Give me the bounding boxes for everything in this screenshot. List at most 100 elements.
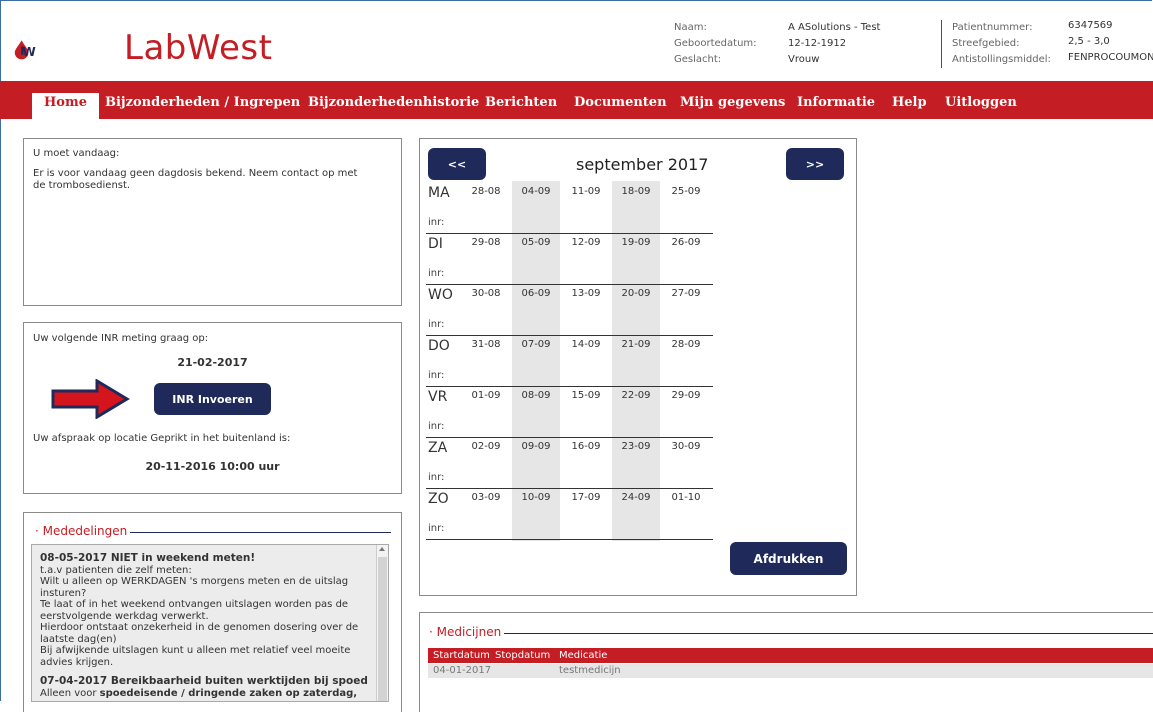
td-medicatie: testmedicijn xyxy=(559,665,621,676)
nav-uitloggen[interactable]: Uitloggen xyxy=(945,95,1017,110)
calendar-row-divider xyxy=(426,437,713,438)
calendar-date-cell[interactable]: 06-09 xyxy=(512,288,560,299)
calendar-date-cell[interactable]: 29-08 xyxy=(462,237,510,248)
value-geboortedatum: 12-12-1912 xyxy=(788,38,847,49)
message-1-line: Hierdoor ontstaat onzekerheid in de geno… xyxy=(40,622,359,645)
message-1-line: Bij afwijkende uitslagen kunt u alleen m… xyxy=(40,645,351,668)
label-geslacht: Geslacht: xyxy=(674,54,722,65)
calendar-date-cell[interactable]: 24-09 xyxy=(612,492,660,503)
day-label-vr: VR xyxy=(428,389,448,405)
calendar-date-cell[interactable]: 09-09 xyxy=(512,441,560,452)
calendar-date-cell[interactable]: 29-09 xyxy=(662,390,710,401)
value-patientnummer: 6347569 xyxy=(1068,20,1113,31)
value-streefgebied: 2,5 - 3,0 xyxy=(1068,36,1110,47)
calendar-date-cell[interactable]: 07-09 xyxy=(512,339,560,350)
nav-documenten[interactable]: Documenten xyxy=(574,95,667,110)
prev-month-button[interactable]: << xyxy=(428,148,486,180)
calendar-row-divider xyxy=(426,386,713,387)
td-startdatum: 04-01-2017 xyxy=(433,665,492,676)
calendar-date-cell[interactable]: 28-09 xyxy=(662,339,710,350)
label-naam: Naam: xyxy=(674,22,707,33)
calendar-date-cell[interactable]: 20-09 xyxy=(612,288,660,299)
calendar-row-divider xyxy=(426,284,713,285)
calendar-date-cell[interactable]: 01-09 xyxy=(462,390,510,401)
day-label-do: DO xyxy=(428,338,450,354)
calendar-date-cell[interactable]: 17-09 xyxy=(562,492,610,503)
message-1-line: Te laat of in het weekend ontvangen uits… xyxy=(40,599,349,622)
next-month-button[interactable]: >> xyxy=(786,148,844,180)
inr-label: inr: xyxy=(428,319,445,330)
patient-labels-2: Patientnummer: Streefgebied: Antistollin… xyxy=(952,20,1051,68)
vertical-scrollbar[interactable] xyxy=(376,545,388,701)
nav-bijzonderheden[interactable]: Bijzonderheden / Ingrepen xyxy=(105,95,300,110)
calendar-date-cell[interactable]: 02-09 xyxy=(462,441,510,452)
calendar-date-cell[interactable]: 18-09 xyxy=(612,186,660,197)
calendar-date-cell[interactable]: 14-09 xyxy=(562,339,610,350)
calendar-date-cell[interactable]: 19-09 xyxy=(612,237,660,248)
mededelingen-list[interactable]: 08-05-2017 NIET in weekend meten! t.a.v … xyxy=(31,544,389,702)
calendar-date-cell[interactable]: 30-09 xyxy=(662,441,710,452)
calendar-row-divider xyxy=(426,233,713,234)
calendar-date-cell[interactable]: 31-08 xyxy=(462,339,510,350)
scroll-up-icon[interactable] xyxy=(379,547,385,551)
value-geslacht: Vrouw xyxy=(788,54,820,65)
calendar-date-cell[interactable]: 08-09 xyxy=(512,390,560,401)
nav-informatie[interactable]: Informatie xyxy=(797,95,875,110)
nav-bijzonderhedenhistorie[interactable]: Bijzonderhedenhistorie xyxy=(308,95,479,110)
calendar-date-cell[interactable]: 22-09 xyxy=(612,390,660,401)
message-1-title: 08-05-2017 NIET in weekend meten! xyxy=(40,552,256,564)
calendar-date-cell[interactable]: 05-09 xyxy=(512,237,560,248)
calendar-row-divider xyxy=(426,335,713,336)
calendar-date-cell[interactable]: 30-08 xyxy=(462,288,510,299)
message-1-line: Wilt u alleen op WERKDAGEN 's morgens me… xyxy=(40,576,349,599)
calendar-date-cell[interactable]: 25-09 xyxy=(662,186,710,197)
next-inr-date: 21-02-2017 xyxy=(177,356,248,369)
calendar-date-cell[interactable]: 28-08 xyxy=(462,186,510,197)
appointment-datetime: 20-11-2016 10:00 uur xyxy=(145,460,280,473)
calendar-date-cell[interactable]: 15-09 xyxy=(562,390,610,401)
patient-values-2: 6347569 2,5 - 3,0 FENPROCOUMON xyxy=(1068,18,1153,66)
calendar-date-cell[interactable]: 13-09 xyxy=(562,288,610,299)
nav-berichten[interactable]: Berichten xyxy=(485,95,557,110)
th-stopdatum: Stopdatum xyxy=(495,650,551,661)
message-content: 08-05-2017 NIET in weekend meten! t.a.v … xyxy=(40,552,370,699)
calendar-date-cell[interactable]: 16-09 xyxy=(562,441,610,452)
afdrukken-button[interactable]: Afdrukken xyxy=(730,542,847,575)
labwest-logo: W xyxy=(14,40,36,60)
day-label-za: ZA xyxy=(428,440,448,456)
patient-labels: Naam: Geboortedatum: Geslacht: xyxy=(674,20,757,68)
calendar-date-cell[interactable]: 01-10 xyxy=(662,492,710,503)
calendar-row-divider xyxy=(426,488,713,489)
message-1-line: t.a.v patienten die zelf meten: xyxy=(40,564,192,576)
label-patientnummer: Patientnummer: xyxy=(952,22,1033,33)
inr-label: inr: xyxy=(428,268,445,279)
calendar-date-cell[interactable]: 23-09 xyxy=(612,441,660,452)
arrow-right-icon xyxy=(51,379,130,419)
svg-text:W: W xyxy=(22,45,35,59)
medicijnen-legend: · Medicijnen xyxy=(426,625,505,639)
next-inr-label: Uw volgende INR meting graag op: xyxy=(33,333,209,344)
calendar-date-cell[interactable]: 03-09 xyxy=(462,492,510,503)
th-medicatie: Medicatie xyxy=(559,650,608,661)
nav-help[interactable]: Help xyxy=(892,95,927,110)
calendar-date-cell[interactable]: 11-09 xyxy=(562,186,610,197)
table-row[interactable] xyxy=(428,664,1153,678)
calendar-date-cell[interactable]: 12-09 xyxy=(562,237,610,248)
inr-label: inr: xyxy=(428,370,445,381)
inr-label: inr: xyxy=(428,472,445,483)
calendar-date-cell[interactable]: 04-09 xyxy=(512,186,560,197)
scroll-thumb[interactable] xyxy=(378,557,387,701)
calendar-date-cell[interactable]: 10-09 xyxy=(512,492,560,503)
calendar-date-cell[interactable]: 27-09 xyxy=(662,288,710,299)
th-startdatum: Startdatum xyxy=(433,650,490,661)
today-text: Er is voor vandaag geen dagdosis bekend.… xyxy=(33,168,358,191)
brand-name: LabWest xyxy=(124,28,273,68)
inr-invoeren-button[interactable]: INR Invoeren xyxy=(154,383,271,415)
calendar-date-cell[interactable]: 21-09 xyxy=(612,339,660,350)
label-antistollingsmiddel: Antistollingsmiddel: xyxy=(952,54,1051,65)
day-label-wo: WO xyxy=(428,287,453,303)
nav-mijn-gegevens[interactable]: Mijn gegevens xyxy=(680,95,785,110)
calendar-date-cell[interactable]: 26-09 xyxy=(662,237,710,248)
inr-label: inr: xyxy=(428,217,445,228)
nav-home[interactable]: Home xyxy=(32,93,99,119)
